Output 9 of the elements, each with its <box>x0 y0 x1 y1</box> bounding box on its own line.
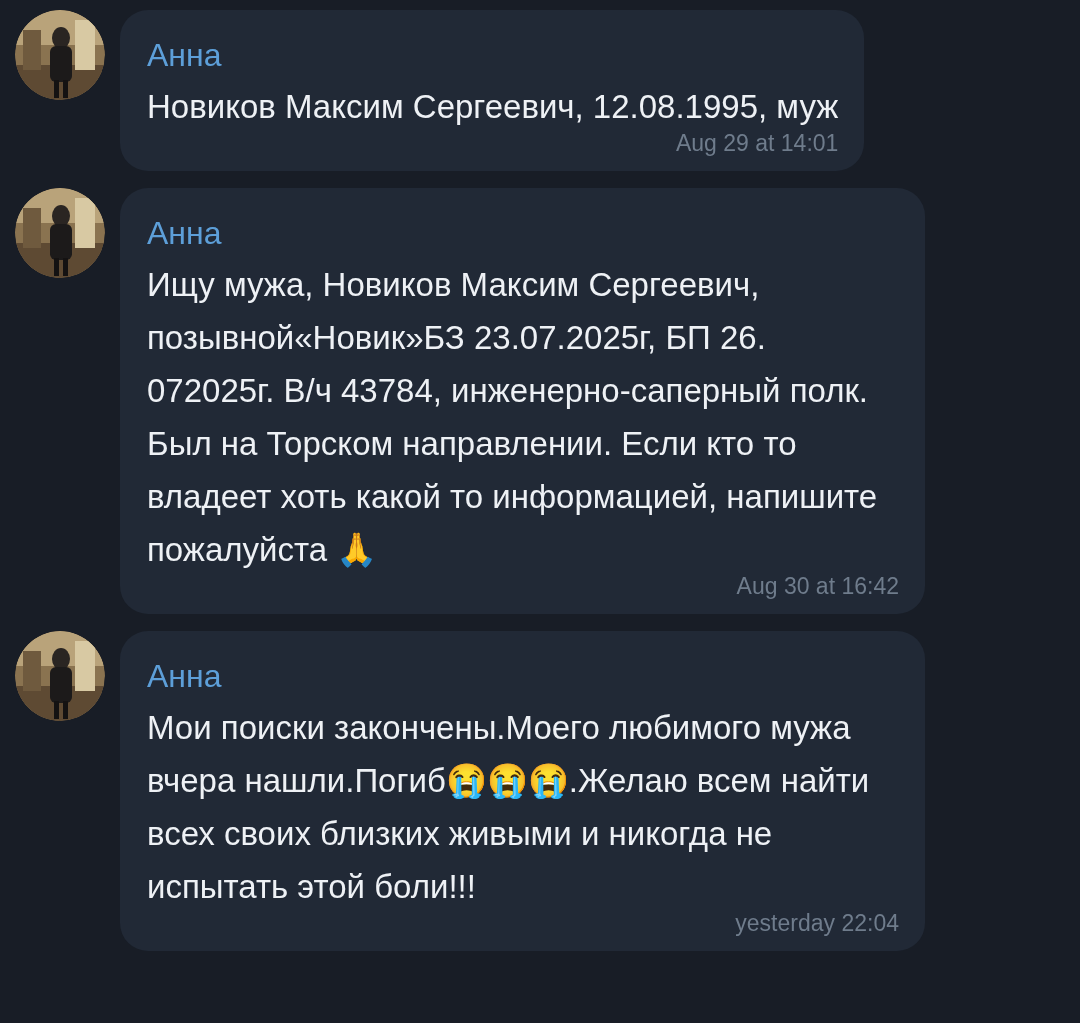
sender-name: Анна <box>147 36 222 74</box>
message-time: yesterday 22:04 <box>735 909 899 937</box>
sender-name: Анна <box>147 214 222 252</box>
sender-name: Анна <box>147 657 222 695</box>
message-text: Новиков Максим Сергеевич, 12.08.1995, муж <box>147 87 839 127</box>
message-text: Мои поиски закончены.Моего любимого мужа вчера нашли.Погиб😭😭😭.Желаю всем найти всех своих близких живыми и никогда не испытать этой боли!!! <box>147 708 871 907</box>
message-time: Aug 29 at 14:01 <box>675 129 839 157</box>
message-text: Ищу мужа, Новиков Максим Сергеевич, позывной«Новик»БЗ 23.07.2025г, БП 26. 072025г. В/ч 43784, инженерно-саперный полк. Был на Торском направлении. Если кто то владеет хоть какой то информацией, напишите пожалуйста 🙏 <box>147 265 879 570</box>
message-time: Aug 30 at 16:42 <box>736 572 899 600</box>
